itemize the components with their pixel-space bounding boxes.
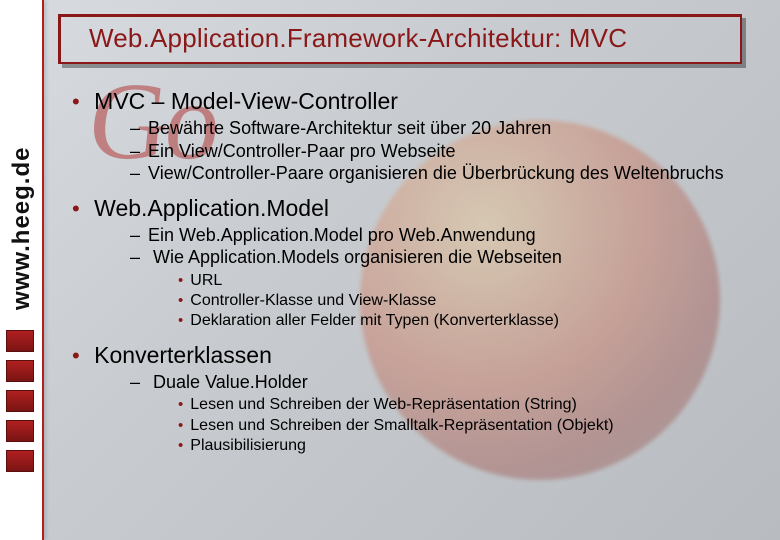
sub-item: Duale Value.Holder Lesen und Schreiben d… (130, 371, 750, 457)
bullet-item: Konverterklassen Duale Value.Holder Lese… (72, 342, 750, 457)
sub-item-text: Wie Application.Models organisieren die … (153, 247, 562, 267)
sub-item: Ein Web.Application.Model pro Web.Anwend… (130, 224, 750, 247)
slide-title: Web.Application.Framework-Architektur: M… (89, 23, 726, 54)
sub-list: Ein Web.Application.Model pro Web.Anwend… (94, 224, 750, 332)
sub-list: Bewährte Software-Architektur seit über … (94, 117, 750, 185)
subsub-list: URL Controller-Klasse und View-Klasse De… (146, 271, 750, 332)
subsub-item: Lesen und Schreiben der Smalltalk-Repräs… (178, 416, 750, 436)
subsub-item: Lesen und Schreiben der Web-Repräsentati… (178, 395, 750, 415)
subsub-item: Plausibilisierung (178, 436, 750, 456)
bullet-item: MVC – Model-View-Controller Bewährte Sof… (72, 88, 750, 185)
subsub-item: URL (178, 271, 750, 291)
bullet-item: Web.Application.Model Ein Web.Applicatio… (72, 195, 750, 332)
subsub-list: Lesen und Schreiben der Web-Repräsentati… (146, 395, 750, 456)
bullet-list: MVC – Model-View-Controller Bewährte Sof… (58, 88, 750, 457)
bullet-label: MVC – Model-View-Controller (94, 88, 398, 114)
sub-item: View/Controller-Paare organisieren die Ü… (130, 162, 750, 185)
title-bar: Web.Application.Framework-Architektur: M… (58, 14, 742, 64)
subsub-item: Controller-Klasse und View-Klasse (178, 291, 750, 311)
sub-item-text: Duale Value.Holder (153, 372, 308, 392)
subsub-item: Deklaration aller Felder mit Typen (Konv… (178, 311, 750, 331)
sub-item: Ein View/Controller-Paar pro Webseite (130, 140, 750, 163)
bullet-label: Konverterklassen (94, 342, 272, 368)
sub-item: Wie Application.Models organisieren die … (130, 246, 750, 332)
sub-list: Duale Value.Holder Lesen und Schreiben d… (94, 371, 750, 457)
bullet-label: Web.Application.Model (94, 195, 329, 221)
slide-content: Web.Application.Framework-Architektur: M… (0, 0, 780, 457)
sub-item: Bewährte Software-Architektur seit über … (130, 117, 750, 140)
